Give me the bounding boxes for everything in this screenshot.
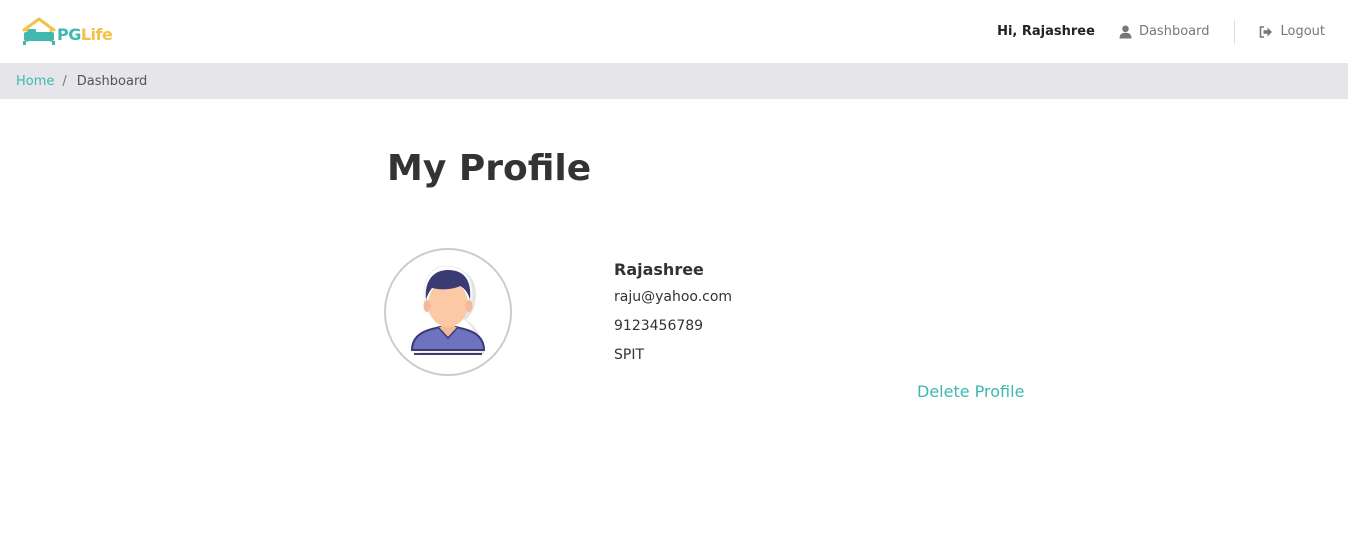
profile-avatar xyxy=(384,248,512,376)
logout-link[interactable]: Logout xyxy=(1259,24,1325,39)
logo-text-pg: PG xyxy=(57,25,81,44)
dashboard-link-label: Dashboard xyxy=(1138,24,1210,39)
breadcrumb-home-link[interactable]: Home xyxy=(16,74,54,89)
logout-link-label: Logout xyxy=(1280,24,1325,39)
profile-details: Rajashree raju@yahoo.com 9123456789 SPIT xyxy=(614,258,732,374)
delete-profile-link[interactable]: Delete Profile xyxy=(917,381,1024,403)
dashboard-link[interactable]: Dashboard xyxy=(1119,24,1210,39)
logo[interactable]: PGLife xyxy=(22,16,122,48)
breadcrumb: Home / Dashboard xyxy=(0,63,1348,99)
profile-college: SPIT xyxy=(614,347,645,363)
nav-menu: Hi, Rajashree Dashboard Logout xyxy=(997,0,1348,63)
sign-out-icon xyxy=(1260,25,1273,38)
user-greeting: Hi, Rajashree xyxy=(997,24,1095,39)
top-navbar: PGLife Hi, Rajashree Dashboard Logout xyxy=(0,0,1348,63)
user-avatar-icon xyxy=(410,265,486,355)
logo-text-life: Life xyxy=(80,25,113,44)
profile-email: raju@yahoo.com xyxy=(614,289,733,305)
profile-name: Rajashree xyxy=(614,260,704,279)
breadcrumb-separator: / xyxy=(62,73,67,89)
user-icon xyxy=(1119,25,1132,38)
breadcrumb-current: Dashboard xyxy=(76,73,148,89)
nav-divider xyxy=(1234,19,1236,44)
logo-text: PGLife xyxy=(57,25,113,44)
house-bed-icon xyxy=(22,17,56,45)
profile-phone: 9123456789 xyxy=(614,318,704,334)
page-title: My Profile xyxy=(387,148,592,189)
